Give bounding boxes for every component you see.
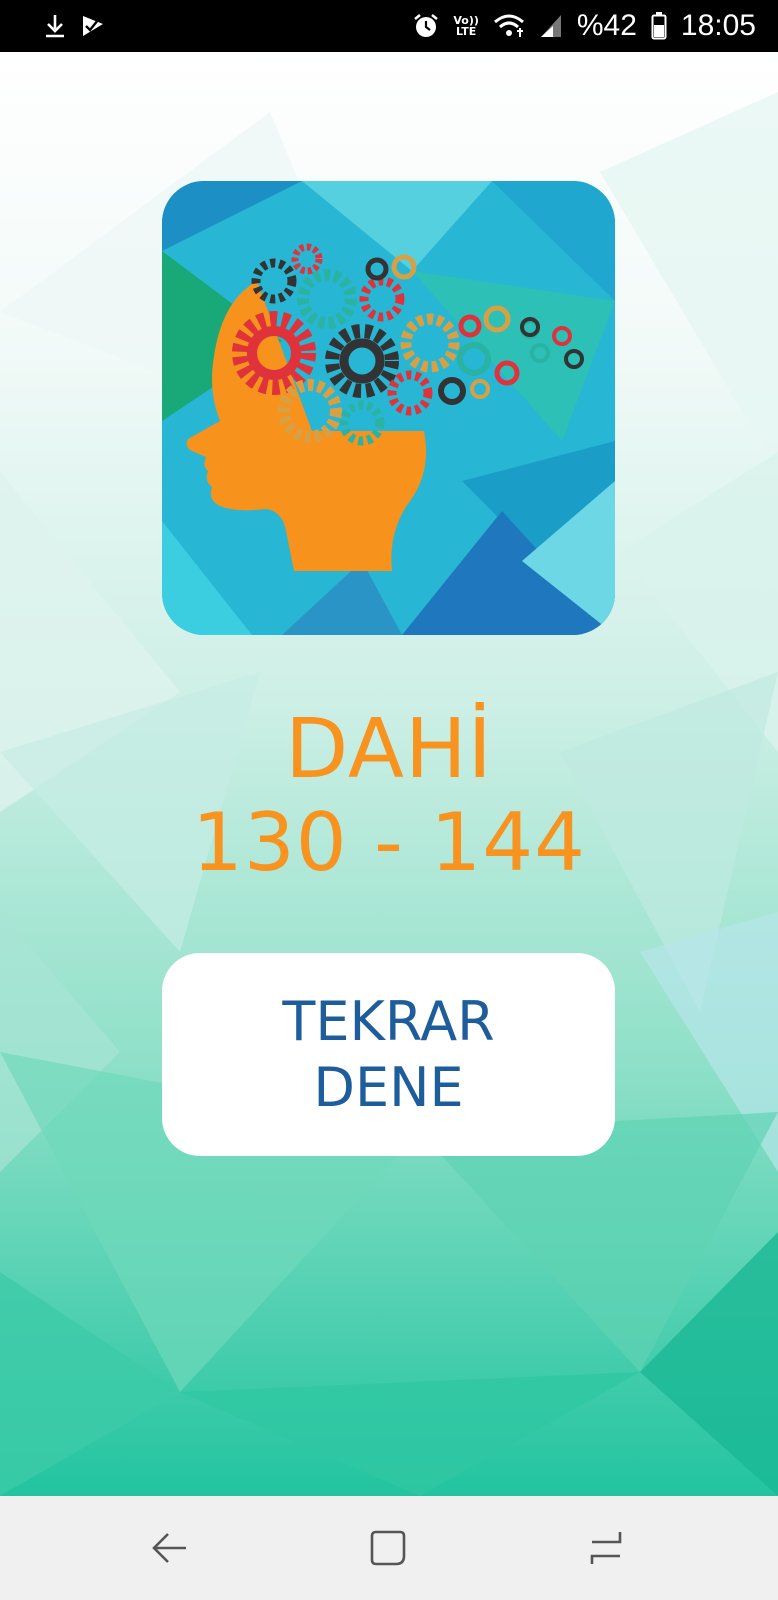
screen: Vo)) LTE %42 18:05 DAHİ 130 - 144 TEKRAR… <box>0 0 778 1600</box>
navigation-bar <box>0 1496 778 1600</box>
retry-button[interactable]: TEKRAR DENE <box>162 953 615 1156</box>
recents-button[interactable] <box>580 1522 632 1574</box>
home-button[interactable] <box>362 1522 414 1574</box>
volte-icon: Vo)) LTE <box>453 15 479 37</box>
battery-icon <box>651 12 667 40</box>
result-title: DAHİ <box>285 702 493 797</box>
battery-percentage: %42 <box>576 9 637 42</box>
volte-bottom-label: LTE <box>456 25 477 38</box>
alarm-icon <box>413 13 439 39</box>
status-bar-left <box>44 13 106 39</box>
recents-icon <box>590 1532 622 1564</box>
signal-icon <box>539 13 563 39</box>
home-icon <box>370 1530 406 1566</box>
back-icon <box>152 1533 186 1563</box>
retry-button-label-line1: TEKRAR <box>282 989 495 1053</box>
status-bar-right: Vo)) LTE %42 18:05 <box>413 9 756 43</box>
app-logo <box>162 181 615 635</box>
back-button[interactable] <box>144 1522 196 1574</box>
check-flag-icon <box>80 14 106 38</box>
status-bar: Vo)) LTE %42 18:05 <box>0 0 778 52</box>
wifi-icon <box>493 13 525 39</box>
clock-time: 18:05 <box>680 9 756 42</box>
download-icon <box>44 13 66 39</box>
retry-button-label-line2: DENE <box>313 1055 464 1119</box>
result-score-range: 130 - 144 <box>191 796 587 889</box>
